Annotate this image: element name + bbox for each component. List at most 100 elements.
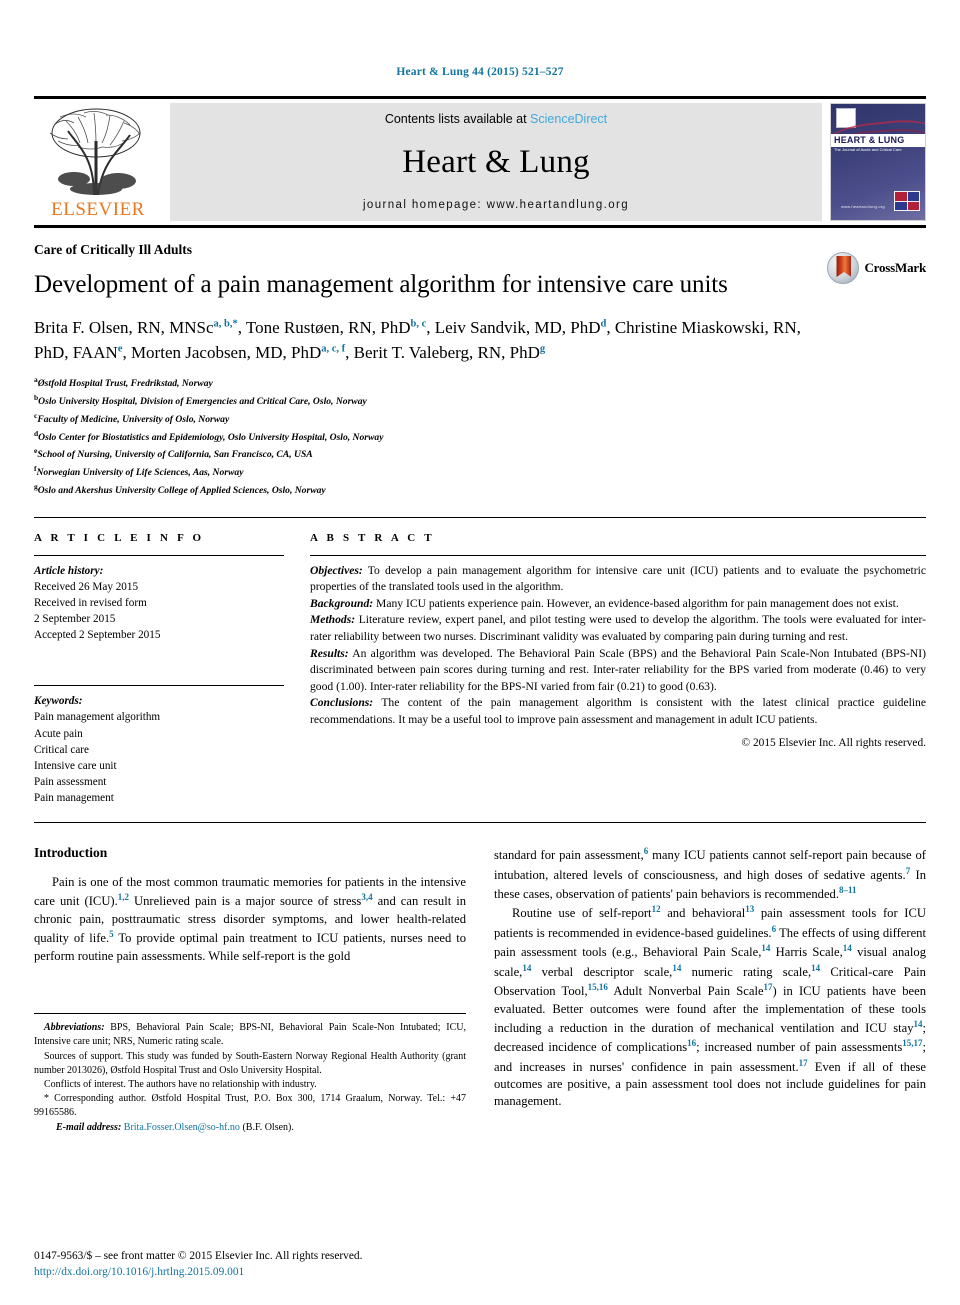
body-column-left: Introduction Pain is one of the most com… [34, 845, 466, 1135]
info-abstract-band: A R T I C L E I N F O Article history: R… [34, 516, 926, 807]
abstract-section-text: Many ICU patients experience pain. Howev… [373, 596, 899, 610]
cover-flags-icon [894, 191, 920, 211]
keywords-block: Keywords: Pain management algorithm Acut… [34, 685, 284, 806]
keyword-item: Intensive care unit [34, 759, 117, 772]
abstract-section-label: Objectives: [310, 563, 363, 577]
section-heading-introduction: Introduction [34, 845, 108, 861]
masthead-center: Contents lists available at ScienceDirec… [170, 103, 822, 221]
abstract-section-label: Conclusions: [310, 696, 374, 710]
body-columns: Introduction Pain is one of the most com… [34, 823, 926, 1135]
email-link[interactable]: Brita.Fosser.Olsen@so-hf.no [124, 1122, 240, 1133]
abstract-section-text: An algorithm was developed. The Behavior… [310, 646, 926, 693]
abstract-heading: A B S T R A C T [310, 531, 435, 544]
paragraph: standard for pain assessment,6 many ICU … [494, 846, 926, 902]
cover-subtitle: The Journal of Acute and Critical Care [834, 147, 902, 152]
abstract-copyright: © 2015 Elsevier Inc. All rights reserved… [741, 737, 926, 750]
sciencedirect-link[interactable]: ScienceDirect [530, 112, 607, 126]
abstract-section-text: Literature review, expert panel, and pil… [310, 613, 926, 643]
journal-title: Heart & Lung [402, 144, 590, 180]
abstract-section: Conclusions: The content of the pain man… [310, 695, 926, 728]
history-line: Accepted 2 September 2015 [34, 629, 161, 642]
keywords-rule [34, 685, 284, 687]
email-label: E-mail address: [56, 1121, 122, 1133]
paragraph: Pain is one of the most common traumatic… [34, 875, 467, 963]
introduction-left-text: Pain is one of the most common traumatic… [34, 874, 466, 965]
journal-homepage[interactable]: journal homepage: www.heartandlung.org [363, 199, 629, 211]
abstract-rule [310, 554, 926, 556]
affiliation-item: aØstfold Hospital Trust, Fredrikstad, No… [34, 374, 926, 392]
cover-title-band: HEART & LUNG [831, 134, 925, 147]
abstract-section: Objectives: To develop a pain management… [310, 563, 926, 596]
contents-prefix: Contents lists available at [384, 112, 531, 126]
abstract-section-text: The content of the pain management algor… [310, 696, 926, 726]
page-title: Development of a pain management algorit… [34, 271, 728, 298]
keyword-item: Pain assessment [34, 775, 107, 788]
affiliation-text: Oslo and Akershus University College of … [37, 485, 326, 497]
abstract-section-label: Background: [310, 596, 374, 610]
article-info-rule [34, 554, 284, 556]
cover-title: HEART & LUNG [834, 135, 905, 145]
affiliation-list: aØstfold Hospital Trust, Fredrikstad, No… [34, 374, 926, 498]
affiliation-item: eSchool of Nursing, University of Califo… [34, 445, 926, 463]
section-kicker: Care of Critically Ill Adults [34, 242, 192, 257]
affiliation-text: Norwegian University of Life Sciences, A… [36, 467, 244, 479]
abstract-column: A B S T R A C T Objectives: To develop a… [310, 532, 926, 807]
journal-cover-thumbnail: HEART & LUNG The Journal of Acute and Cr… [830, 103, 926, 221]
paper-page: Heart & Lung 44 (2015) 521–527 ELSEVIER … [0, 0, 960, 1305]
affiliation-text: Faculty of Medicine, University of Oslo,… [37, 414, 230, 425]
journal-masthead: ELSEVIER Contents lists available at Sci… [34, 96, 926, 221]
affiliation-text: Østfold Hospital Trust, Fredrikstad, Nor… [37, 378, 213, 390]
body-column-right: standard for pain assessment,6 many ICU … [494, 845, 926, 1135]
elsevier-logo: ELSEVIER [34, 103, 162, 221]
cover-url: www.heartandlung.org [841, 204, 885, 209]
affiliation-text: Oslo Center for Biostatistics and Epidem… [38, 431, 384, 443]
footnote-corresponding: * Corresponding author. Østfold Hospital… [34, 1092, 466, 1120]
crossmark-icon [827, 252, 860, 284]
article-info-column: A R T I C L E I N F O Article history: R… [34, 532, 284, 807]
footnote-support: Sources of support. This study was funde… [34, 1050, 466, 1078]
support-label: Sources of support. [44, 1050, 124, 1062]
elsevier-wordmark: ELSEVIER [51, 199, 145, 220]
crossmark-badge[interactable]: CrossMark [827, 252, 926, 284]
article-history-label: Article history: [34, 564, 104, 577]
abstract-section: Background: Many ICU patients experience… [310, 596, 926, 613]
footnote-email: E-mail address: Brita.Fosser.Olsen@so-hf… [34, 1121, 466, 1135]
crossmark-label: CrossMark [864, 260, 926, 275]
page-footer: 0147-9563/$ – see front matter © 2015 El… [34, 1249, 362, 1281]
title-block: CrossMark Care of Critically Ill Adults … [34, 228, 926, 499]
introduction-right-text: standard for pain assessment,6 many ICU … [494, 845, 926, 1111]
affiliation-item: cFaculty of Medicine, University of Oslo… [34, 410, 926, 428]
abstract-section: Results: An algorithm was developed. The… [310, 646, 926, 696]
affiliation-item: bOslo University Hospital, Division of E… [34, 392, 926, 410]
corresponding-text: * Corresponding author. Østfold Hospital… [34, 1093, 466, 1119]
affiliation-item: dOslo Center for Biostatistics and Epide… [34, 428, 926, 446]
conflicts-label: Conflicts of interest. [44, 1079, 126, 1091]
author-list: Brita F. Olsen, RN, MNSca, b,*, Tone Rus… [34, 318, 801, 362]
abstract-section-label: Results: [310, 646, 349, 660]
keyword-item: Pain management algorithm [34, 711, 161, 724]
article-info-heading: A R T I C L E I N F O [34, 531, 205, 544]
history-line: Received 26 May 2015 [34, 580, 139, 593]
abbreviations-label: Abbreviations: [44, 1022, 105, 1034]
affiliation-item: fNorwegian University of Life Sciences, … [34, 463, 926, 481]
running-head: Heart & Lung 44 (2015) 521–527 [396, 66, 564, 78]
footnote-abbreviations: Abbreviations: BPS, Behavioral Pain Scal… [34, 1021, 466, 1049]
history-line: Received in revised form [34, 596, 147, 609]
keywords-label: Keywords: [34, 695, 83, 708]
contents-list-line: Contents lists available at ScienceDirec… [385, 112, 607, 126]
elsevier-tree-icon [44, 107, 152, 199]
affiliation-text: Oslo University Hospital, Division of Em… [38, 396, 367, 408]
doi-link[interactable]: http://dx.doi.org/10.1016/j.hrtlng.2015.… [34, 1265, 362, 1281]
abstract-section-label: Methods: [310, 613, 356, 627]
affiliation-text: School of Nursing, University of Califor… [37, 449, 313, 461]
keyword-item: Critical care [34, 743, 89, 756]
abstract-section: Methods: Literature review, expert panel… [310, 612, 926, 645]
history-line: 2 September 2015 [34, 613, 116, 626]
paragraph: Routine use of self-report12 and behavio… [494, 904, 927, 1109]
keyword-item: Acute pain [34, 727, 83, 740]
conflicts-text: The authors have no relationship with in… [125, 1079, 317, 1091]
issn-line: 0147-9563/$ – see front matter © 2015 El… [34, 1250, 363, 1263]
abstract-body: Objectives: To develop a pain management… [310, 563, 926, 729]
footnote-conflicts: Conflicts of interest. The authors have … [34, 1078, 466, 1092]
keyword-item: Pain management [34, 792, 114, 805]
